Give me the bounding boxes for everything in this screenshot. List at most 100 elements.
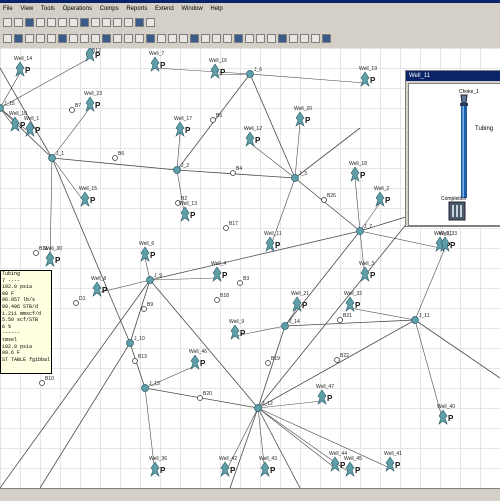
well-icon[interactable]: P Well_21 — [291, 291, 309, 312]
well-icon[interactable]: P Well_18 — [349, 161, 367, 182]
toolbar-button[interactable] — [47, 34, 56, 43]
toolbar-button[interactable] — [190, 34, 199, 43]
toolbar-button[interactable] — [91, 34, 100, 43]
toolbar-button[interactable] — [47, 18, 56, 27]
toolbar-button[interactable] — [36, 18, 45, 27]
toolbar-button[interactable] — [168, 34, 177, 43]
pipeline[interactable] — [149, 279, 259, 409]
toolbar-button[interactable] — [234, 34, 243, 43]
toolbar-button[interactable] — [201, 34, 210, 43]
toolbar-button[interactable] — [135, 18, 144, 27]
pipeline[interactable] — [257, 325, 286, 409]
well-icon[interactable]: P Well_40 — [437, 404, 455, 425]
menu-extend[interactable]: Extend — [152, 3, 177, 15]
toolbar-button[interactable] — [102, 34, 111, 43]
toolbar-button[interactable] — [311, 34, 320, 43]
well-icon[interactable]: P Well_20 — [294, 106, 312, 127]
menu-help[interactable]: Help — [207, 3, 225, 15]
well-icon[interactable]: P Well_3 — [359, 261, 376, 282]
toolbar-button[interactable] — [113, 18, 122, 27]
toolbar-button[interactable] — [223, 34, 232, 43]
toolbar-button[interactable] — [267, 34, 276, 43]
completion-icon[interactable] — [448, 201, 466, 221]
well-icon[interactable]: P Well_17 — [174, 116, 192, 137]
toolbar-button[interactable] — [300, 34, 309, 43]
toolbar-button[interactable] — [80, 34, 89, 43]
toolbar-button[interactable] — [3, 34, 12, 43]
toolbar-button[interactable] — [25, 34, 34, 43]
toolbar-button[interactable] — [14, 18, 23, 27]
well-icon[interactable]: P Well_47 — [316, 384, 334, 405]
well-icon[interactable]: P Well_14 — [14, 56, 32, 77]
toolbar-button[interactable] — [124, 34, 133, 43]
toolbar-button[interactable] — [102, 18, 111, 27]
well-icon[interactable]: P Well_43 — [259, 456, 277, 477]
well-icon[interactable]: P Well_30 — [44, 246, 62, 267]
well-icon[interactable]: P Well_19 — [359, 66, 377, 87]
junction-node[interactable]: J_3 — [291, 171, 308, 182]
toolbar-button[interactable] — [278, 34, 287, 43]
junction-node[interactable]: J_6 — [246, 67, 263, 78]
toolbar-button[interactable] — [58, 34, 67, 43]
toolbar-button[interactable] — [179, 34, 188, 43]
pipeline[interactable] — [284, 230, 361, 327]
connector-node[interactable]: B9 — [141, 302, 154, 312]
connector-node[interactable]: D1 — [73, 296, 86, 306]
connector-node[interactable]: B10 — [39, 376, 55, 386]
junction-node[interactable]: J_12 — [254, 401, 274, 412]
pipeline[interactable] — [414, 319, 500, 379]
toolbar-button[interactable] — [289, 34, 298, 43]
toolbar-button[interactable] — [124, 18, 133, 27]
junction-node[interactable]: J_10 — [126, 336, 146, 347]
toolbar-button[interactable] — [256, 34, 265, 43]
menu-window[interactable]: Window — [178, 3, 205, 15]
toolbar-button[interactable] — [36, 34, 45, 43]
well-icon[interactable]: P Well_7 — [149, 51, 166, 72]
connector-node[interactable]: B6 — [112, 151, 125, 161]
well-icon[interactable]: P Well_36 — [149, 456, 167, 477]
junction-node[interactable]: J_11 — [411, 313, 430, 324]
toolbar-button[interactable] — [69, 18, 78, 27]
toolbar-button[interactable] — [3, 18, 12, 27]
well-icon[interactable]: P Well_8 — [91, 276, 108, 297]
well-icon[interactable]: P Well_16 — [209, 58, 227, 79]
menu-operations[interactable]: Operations — [60, 3, 95, 15]
pipeline[interactable] — [129, 279, 151, 344]
menu-reports[interactable]: Reports — [123, 3, 150, 15]
well-icon[interactable]: P Well_15 — [79, 186, 97, 207]
menu-comps[interactable]: Comps — [97, 3, 122, 15]
pipeline[interactable] — [294, 177, 361, 232]
pipeline[interactable] — [149, 230, 361, 281]
menu-view[interactable]: View — [17, 3, 36, 15]
pipeline[interactable] — [129, 342, 146, 389]
toolbar-button[interactable] — [322, 34, 331, 43]
menu-tools[interactable]: Tools — [38, 3, 58, 15]
junction-node[interactable]: J_1 — [48, 151, 65, 162]
well-icon[interactable]: P Well_12 — [244, 126, 262, 147]
toolbar-button[interactable] — [135, 34, 144, 43]
well-icon[interactable]: P Well_11 — [264, 231, 282, 252]
pipeline[interactable] — [284, 319, 416, 327]
connector-node[interactable]: B7 — [69, 103, 82, 113]
toolbar-button[interactable] — [146, 34, 155, 43]
junction-node[interactable]: J_2 — [173, 163, 190, 174]
toolbar-button[interactable] — [25, 18, 34, 27]
well-icon[interactable]: P Well_23 — [84, 91, 102, 112]
well-icon[interactable]: P Well_46 — [189, 349, 207, 370]
toolbar-button[interactable] — [157, 34, 166, 43]
well-icon[interactable]: P Well_10 — [9, 111, 27, 132]
toolbar-button[interactable] — [69, 34, 78, 43]
toolbar-button[interactable] — [113, 34, 122, 43]
well-icon[interactable]: P Well_13 — [179, 201, 197, 222]
junction-node[interactable]: J_14 — [281, 319, 301, 330]
toolbar-button[interactable] — [14, 34, 23, 43]
well-icon[interactable]: P Well_42 — [219, 456, 237, 477]
toolbar-button[interactable] — [58, 18, 67, 27]
menu-file[interactable]: File — [0, 3, 16, 15]
connector-node[interactable]: B3 — [237, 276, 250, 286]
well-icon[interactable]: P Well_45 — [344, 456, 362, 477]
well-icon[interactable]: P Well_2 — [374, 186, 391, 207]
well-icon[interactable]: P Well_6 — [139, 241, 156, 262]
well-icon[interactable]: P Well_41 — [384, 451, 402, 472]
junction-node[interactable]: J_15 — [0, 101, 15, 112]
